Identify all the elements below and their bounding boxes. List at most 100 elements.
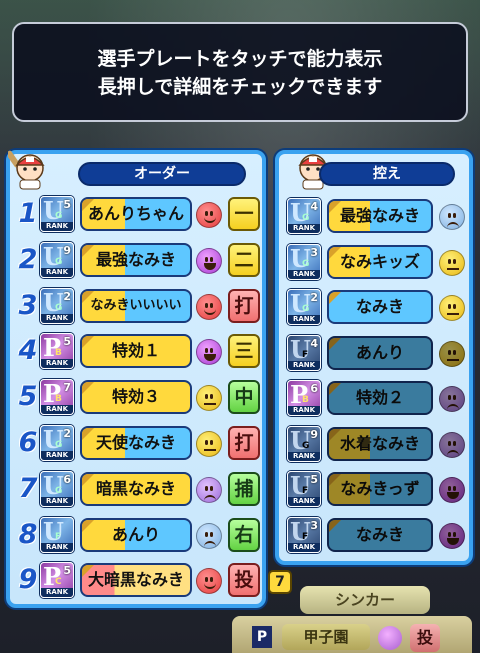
order-title: オーダー (78, 162, 246, 186)
rank-badge: P B 7 RANK (40, 379, 74, 416)
order-row[interactable]: 4 P B 5 RANK 特効１ 三 (18, 331, 262, 371)
bench-row[interactable]: U G 3 RANK なみキッズ (285, 242, 469, 282)
player-name-plate[interactable]: あんり (327, 335, 433, 370)
condition-face-icon (196, 293, 222, 320)
face-mouth (447, 312, 459, 315)
face-mouth (204, 354, 216, 362)
position-badge[interactable]: 二 (228, 242, 260, 277)
position-badge[interactable]: 右 (228, 517, 260, 552)
order-row[interactable]: 6 U G 2 RANK 天使なみき 打 (18, 423, 262, 463)
rank-badge: U G 2 RANK (40, 425, 74, 461)
rank-sub: G (55, 211, 63, 221)
bench-row[interactable]: U F 5 RANK なみきっず (285, 469, 469, 509)
rank-tag: RANK (288, 406, 320, 415)
position-badge[interactable]: 一 (228, 197, 260, 231)
condition-face-icon (439, 204, 465, 230)
rank-level: 9 (63, 243, 71, 257)
rank-level: 5 (63, 198, 71, 211)
position-badge[interactable]: 中 (228, 380, 260, 415)
rank-badge: U G 3 RANK (287, 243, 321, 280)
player-name-plate[interactable]: なみきっず (327, 472, 433, 506)
rank-badge: U F 4 RANK (287, 334, 321, 371)
bench-panel: 控え U G 4 RANK 最強なみき U G 3 RANK なみキッズ U G 2 RANK なみき U F 4… (275, 150, 473, 565)
rank-sub: F (302, 349, 309, 360)
condition-face-icon (439, 249, 465, 276)
player-name-plate[interactable]: 暗黒なみき (80, 471, 192, 506)
face-mouth (204, 262, 216, 270)
batting-order-number: 2 (18, 243, 38, 275)
rank-sub: G (55, 485, 63, 496)
rank-sub: F (302, 531, 309, 542)
face-mouth (204, 309, 216, 315)
position-badge[interactable]: 打 (228, 288, 260, 323)
player-name-plate[interactable]: 最強なみき (80, 242, 192, 277)
player-name-plate[interactable]: 特効３ (80, 380, 192, 415)
order-panel: オーダー 1 U G 5 RANK あんりちゃん一 2 U G 9 RANK 最強なみき二 3 U G 2 RA… (6, 150, 266, 608)
player-name-plate[interactable]: なみきいいいい (80, 288, 192, 323)
rank-level: 5 (63, 335, 71, 349)
bench-row[interactable]: U G 9 RANK 水着なみき (285, 424, 469, 464)
batting-order-number: 5 (18, 381, 38, 413)
bench-row[interactable]: U F 3 RANK なみき (285, 515, 469, 555)
rank-sub: B (55, 348, 62, 359)
order-row[interactable]: 8 U F RANK あんり 右 (18, 515, 262, 555)
player-name-plate[interactable]: 特効１ (80, 334, 192, 369)
rank-tag: RANK (41, 542, 73, 552)
rank-tag: RANK (288, 542, 320, 552)
condition-face-icon (196, 476, 222, 503)
order-row[interactable]: 3 U G 2 RANK なみきいいいい打 (18, 286, 262, 326)
rank-sub: F (302, 486, 309, 496)
player-name-plate[interactable]: 水着なみき (327, 426, 433, 461)
player-name-plate[interactable]: 特効２ (327, 381, 433, 415)
position-badge[interactable]: 三 (228, 334, 260, 369)
bench-title: 控え (319, 162, 455, 186)
face-mouth (204, 402, 216, 406)
order-row[interactable]: 2 U G 9 RANK 最強なみき二 (18, 240, 262, 280)
p-badge: P (252, 626, 272, 648)
order-row[interactable]: 7 U G 6 RANK 暗黒なみき捕 (18, 469, 262, 509)
condition-face-icon (196, 247, 222, 274)
batting-order-number: 8 (18, 518, 38, 550)
rank-sub: G (55, 302, 63, 313)
condition-face-icon (196, 385, 222, 412)
rank-badge: P B 6 RANK (287, 380, 321, 416)
player-name-plate[interactable]: あんり (80, 517, 192, 552)
team-plate[interactable]: 甲子園 (282, 624, 370, 650)
player-name-plate[interactable]: なみき (327, 517, 433, 552)
player-name-plate[interactable]: 最強なみき (327, 199, 433, 233)
rank-badge: U F 5 RANK (287, 471, 321, 507)
bench-row[interactable]: U G 4 RANK 最強なみき (285, 196, 469, 236)
rank-tag: RANK (288, 497, 320, 506)
player-name-plate[interactable]: なみき (327, 290, 433, 324)
bench-row[interactable]: P B 6 RANK 特効２ (285, 378, 469, 418)
condition-face-icon (196, 522, 222, 549)
batting-order-number: 6 (18, 427, 38, 458)
player-name-plate[interactable]: 天使なみき (80, 426, 192, 460)
order-row[interactable]: 5 P B 7 RANK 特効３ 中 (18, 377, 262, 417)
ability-button[interactable]: シンカー (300, 586, 430, 614)
position-badge[interactable]: 打 (228, 426, 260, 460)
rank-tag: RANK (41, 313, 73, 323)
rank-tag: RANK (288, 315, 320, 324)
position-badge[interactable]: 捕 (228, 471, 260, 506)
rank-level: 2 (63, 289, 71, 303)
rank-badge: U G 4 RANK (287, 198, 321, 234)
rank-badge: U F RANK (40, 516, 74, 553)
hint-line-2: 長押しで詳細をチェックできます (97, 76, 383, 98)
player-name-plate[interactable]: なみキッズ (327, 244, 433, 279)
mascot-icon (8, 150, 45, 190)
condition-face-icon (439, 340, 465, 367)
order-row[interactable]: 1 U G 5 RANK あんりちゃん一 (18, 194, 262, 234)
rank-level: 4 (310, 336, 318, 350)
face-mouth (447, 492, 459, 499)
rank-level: 6 (63, 472, 71, 486)
bench-row[interactable]: U G 2 RANK なみき (285, 287, 469, 327)
rank-tag: RANK (288, 451, 320, 461)
rank-sub: G (302, 304, 310, 314)
number-chip: 7 (268, 570, 292, 594)
rank-level: 5 (310, 473, 318, 486)
player-name-plate[interactable]: あんりちゃん (80, 197, 192, 231)
bench-row[interactable]: U F 4 RANK あんり (285, 333, 469, 373)
rank-tag: RANK (41, 222, 73, 231)
rank-level: 4 (310, 200, 318, 213)
